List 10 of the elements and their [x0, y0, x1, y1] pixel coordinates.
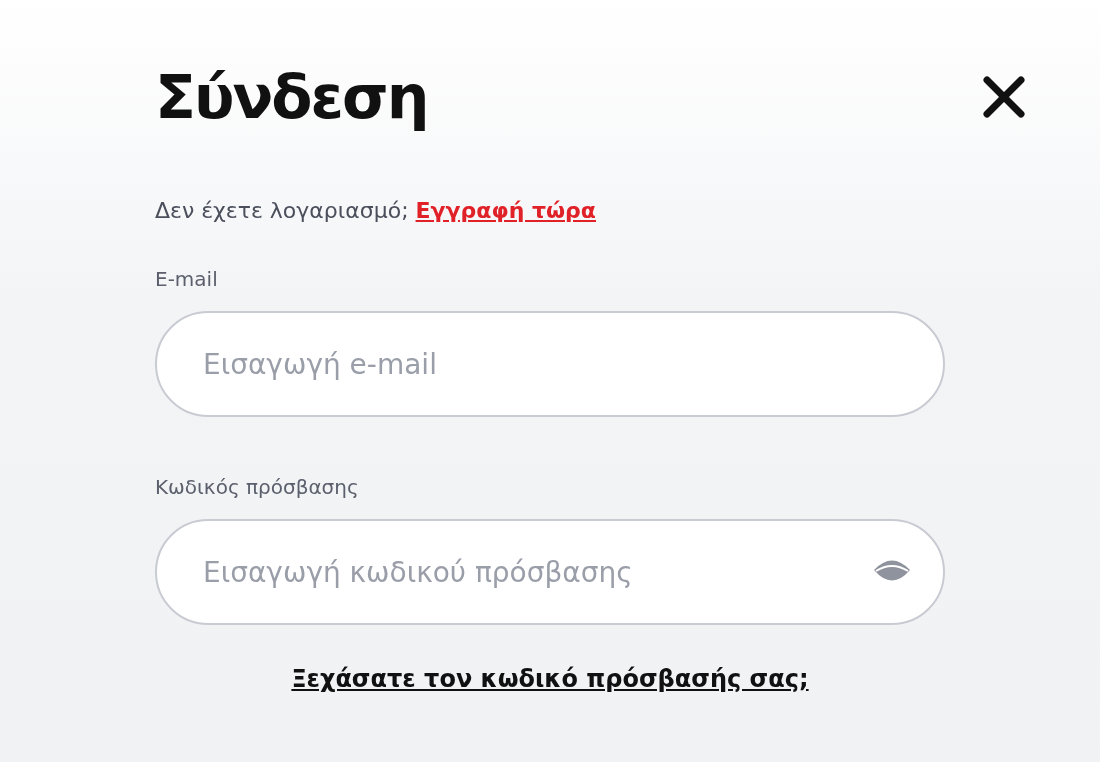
password-field[interactable]: Εισαγωγή κωδικού πρόσβασης [155, 519, 945, 625]
signup-prompt: Δεν έχετε λογαριασμό; Εγγραφή τώρα [155, 198, 597, 223]
close-button[interactable] [983, 76, 1025, 118]
close-icon [983, 76, 1025, 118]
email-field[interactable]: Εισαγωγή e-mail [155, 311, 945, 417]
dialog-title: Σύνδεση [155, 61, 428, 134]
forgot-password-link[interactable]: Ξεχάσατε τον κωδικό πρόσβασής σας; [291, 665, 809, 693]
field-label: Κωδικός πρόσβασης [155, 475, 360, 499]
signup-link[interactable]: Εγγραφή τώρα [415, 198, 596, 223]
field-label: E-mail [155, 267, 219, 291]
